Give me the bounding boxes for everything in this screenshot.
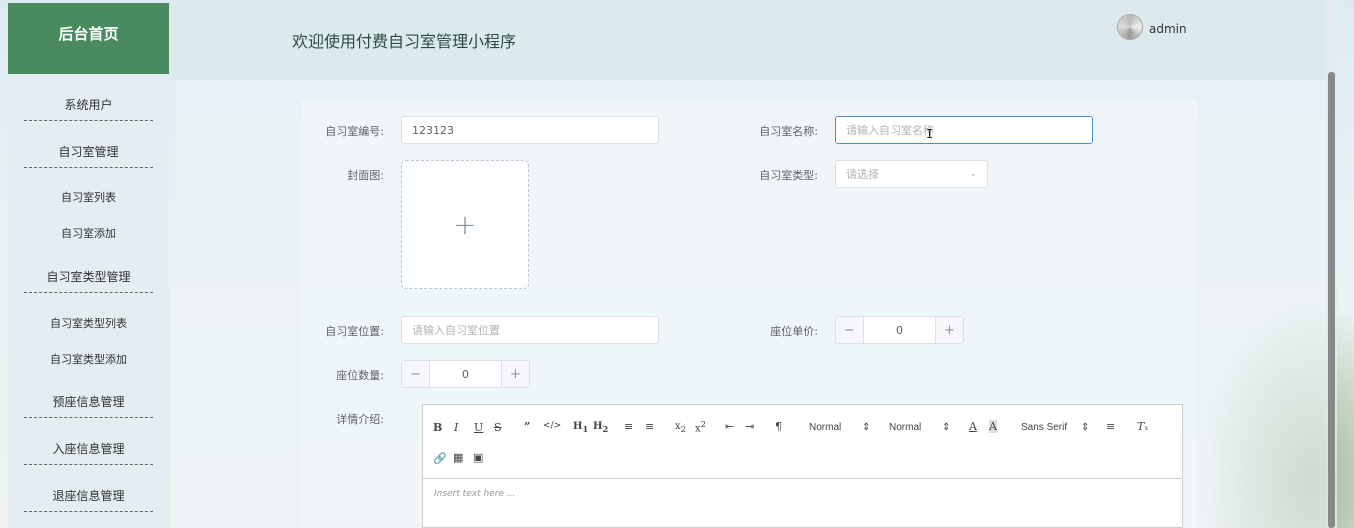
location-label: 自习室位置:	[325, 325, 384, 338]
sidebar-home-title[interactable]: 后台首页	[8, 3, 169, 74]
room-no-input[interactable]: 123123	[401, 116, 659, 144]
seat-price-label: 座位单价:	[770, 325, 818, 338]
underline-icon[interactable]: U	[474, 421, 483, 434]
seat-count-value[interactable]: 0	[430, 361, 501, 387]
italic-icon[interactable]: I	[454, 421, 458, 434]
font-color-icon[interactable]: A	[969, 420, 977, 433]
room-name-input[interactable]: 请输入自习室名称	[835, 116, 1093, 144]
chevron-down-icon: ⌄	[969, 169, 977, 179]
clear-format-icon[interactable]: Tₓ	[1137, 420, 1148, 433]
sidebar-item-checkout-management[interactable]: 退座信息管理	[8, 487, 169, 504]
menu-divider	[24, 292, 153, 293]
subscript-icon[interactable]: x2	[675, 421, 686, 434]
header-1-icon[interactable]: H1	[573, 421, 588, 434]
room-type-label: 自习室类型:	[759, 169, 818, 182]
sidebar-item-room-type-add[interactable]: 自习室类型添加	[8, 351, 169, 367]
cover-label: 封面图:	[347, 169, 384, 182]
sidebar-item-room-list[interactable]: 自习室列表	[8, 189, 169, 205]
bullet-list-icon[interactable]: ≡	[645, 420, 654, 433]
room-no-label: 自习室编号:	[325, 125, 384, 138]
text-direction-icon[interactable]: ¶	[775, 420, 782, 433]
seat-count-label: 座位数量:	[336, 369, 384, 382]
room-name-label: 自习室名称:	[759, 125, 818, 138]
header-select[interactable]: Normal ⇕	[809, 422, 870, 433]
sidebar-item-room-management[interactable]: 自习室管理	[8, 143, 169, 160]
header-2-icon[interactable]: H2	[593, 421, 608, 434]
link-icon[interactable]: 🔗	[433, 452, 447, 465]
ordered-list-icon[interactable]: ≡	[624, 420, 633, 433]
strike-icon[interactable]: S	[494, 421, 502, 434]
sidebar-item-room-add[interactable]: 自习室添加	[8, 225, 169, 241]
plus-icon: +	[453, 208, 477, 241]
seat-count-stepper: − 0 +	[401, 360, 530, 388]
decrement-button[interactable]: −	[402, 361, 430, 387]
select-arrows-icon: ⇕	[1081, 422, 1090, 433]
sidebar-item-room-type-list[interactable]: 自习室类型列表	[8, 315, 169, 331]
size-select-value: Normal	[889, 422, 922, 433]
scrollbar[interactable]	[1328, 72, 1335, 528]
menu-divider	[24, 120, 153, 121]
username[interactable]: admin	[1149, 22, 1187, 36]
code-block-icon[interactable]: </>	[543, 421, 561, 431]
seat-price-value[interactable]: 0	[864, 317, 935, 343]
menu-divider	[24, 417, 153, 418]
sidebar-item-system-users[interactable]: 系统用户	[8, 96, 169, 113]
video-icon[interactable]: ▣	[473, 451, 483, 464]
menu-divider	[24, 511, 153, 512]
image-icon[interactable]: ▦	[453, 451, 463, 464]
select-arrows-icon: ⇕	[862, 422, 871, 433]
font-select[interactable]: Sans Serif ⇕	[1021, 422, 1089, 433]
location-input[interactable]: 请输入自习室位置	[401, 316, 659, 344]
select-arrows-icon: ⇕	[942, 422, 951, 433]
outdent-icon[interactable]: ⇤	[725, 420, 734, 433]
app-title: 欢迎使用付费自习室管理小程序	[292, 32, 517, 51]
text-cursor-icon: I	[926, 127, 934, 141]
increment-button[interactable]: +	[935, 317, 963, 343]
cover-upload[interactable]: +	[401, 160, 529, 289]
rich-text-editor: B I U S ” </> H1 H2 ≡ ≡ x2 x2 ⇤ ⇥ ¶ Norm…	[422, 404, 1183, 528]
seat-price-stepper: − 0 +	[835, 316, 964, 344]
editor-placeholder[interactable]: Insert text here ...	[434, 489, 515, 499]
room-type-select[interactable]: 请选择 ⌄	[835, 160, 988, 188]
detail-label: 详情介绍:	[336, 413, 384, 426]
header-select-value: Normal	[809, 422, 842, 433]
size-select[interactable]: Normal ⇕	[889, 422, 950, 433]
editor-toolbar: B I U S ” </> H1 H2 ≡ ≡ x2 x2 ⇤ ⇥ ¶ Norm…	[423, 405, 1182, 479]
increment-button[interactable]: +	[501, 361, 529, 387]
decrement-button[interactable]: −	[836, 317, 864, 343]
menu-divider	[24, 167, 153, 168]
room-type-select-placeholder: 请选择	[846, 168, 879, 181]
align-icon[interactable]: ≡	[1106, 420, 1115, 433]
avatar[interactable]	[1117, 14, 1143, 40]
superscript-icon[interactable]: x2	[695, 419, 706, 434]
sidebar-item-room-type-management[interactable]: 自习室类型管理	[8, 268, 169, 285]
menu-divider	[24, 464, 153, 465]
font-select-value: Sans Serif	[1021, 422, 1068, 433]
sidebar: 后台首页 系统用户 自习室管理 自习室列表 自习室添加 自习室类型管理 自习室类…	[8, 3, 169, 528]
sidebar-item-reservation-management[interactable]: 预座信息管理	[8, 393, 169, 410]
blockquote-icon[interactable]: ”	[524, 420, 530, 433]
indent-icon[interactable]: ⇥	[745, 420, 754, 433]
background-color-icon[interactable]: A	[989, 420, 997, 433]
bold-icon[interactable]: B	[433, 421, 442, 434]
sidebar-item-checkin-management[interactable]: 入座信息管理	[8, 440, 169, 457]
